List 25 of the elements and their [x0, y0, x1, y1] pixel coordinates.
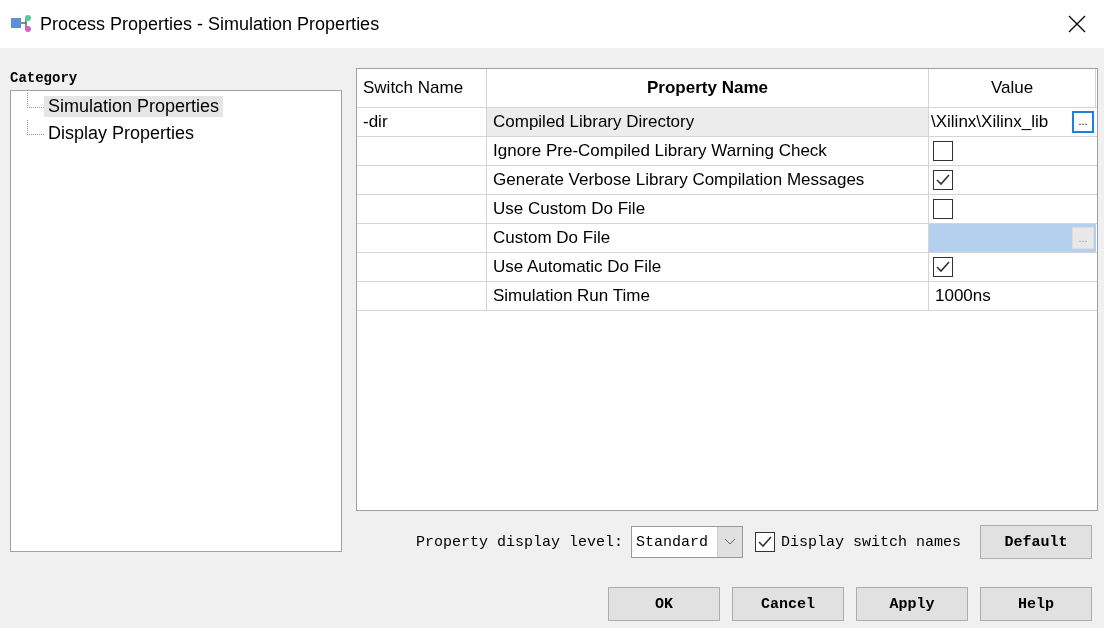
- default-button[interactable]: Default: [980, 525, 1092, 559]
- table-cell: Compiled Library Directory: [487, 108, 929, 136]
- checkbox[interactable]: [933, 170, 953, 190]
- app-icon: [10, 14, 34, 34]
- checkbox[interactable]: [933, 257, 953, 277]
- checkbox-label: Display switch names: [781, 533, 962, 551]
- window-title: Process Properties - Simulation Properties: [40, 13, 381, 35]
- tree-item[interactable]: Simulation Properties: [44, 96, 224, 117]
- dialog-button[interactable]: Apply: [856, 587, 968, 621]
- value-text: 1000ns: [934, 286, 992, 306]
- close-icon[interactable]: [1068, 15, 1086, 33]
- checkbox[interactable]: [933, 141, 953, 161]
- value-field[interactable]: \Xilinx\Xilinx_lib ...: [929, 108, 1096, 136]
- checkbox[interactable]: [755, 532, 776, 552]
- tree-item[interactable]: Display Properties: [44, 123, 199, 144]
- dialog-button[interactable]: Help: [980, 587, 1092, 621]
- dialog-button[interactable]: OK: [608, 587, 720, 621]
- checkbox[interactable]: [933, 199, 953, 219]
- display-level-label: Property display level:: [416, 533, 624, 551]
- chevron-down-icon: [724, 538, 737, 546]
- value-text: \Xilinx\Xilinx_lib: [931, 112, 1050, 132]
- display-level-dropdown[interactable]: Standard: [631, 526, 744, 558]
- dialog-button[interactable]: Cancel: [732, 587, 844, 621]
- category-label: Category: [10, 70, 79, 88]
- browse-button[interactable]: ...: [1072, 111, 1094, 133]
